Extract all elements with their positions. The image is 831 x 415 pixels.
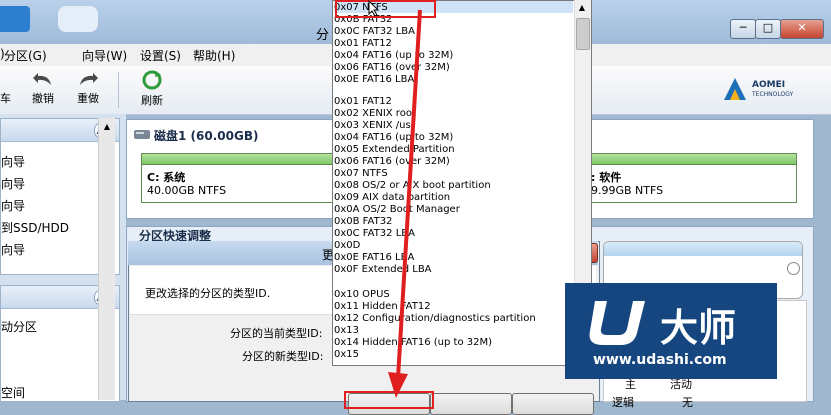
table-cell-type-2: 逻辑: [612, 396, 634, 409]
maximize-button[interactable]: □: [755, 19, 781, 39]
partition-usage-bar: [586, 154, 796, 165]
disk-icon: [134, 130, 150, 139]
undo-button[interactable]: 撤销: [21, 70, 65, 106]
new-type-id-label: 分区的新类型ID:: [242, 350, 324, 363]
help-button[interactable]: [512, 393, 594, 415]
menu-partition[interactable]: 分区(G): [4, 47, 47, 64]
brand-logo: AOMEI TECHNOLOGY: [722, 72, 822, 106]
brand-name: AOMEI: [752, 80, 786, 90]
mouse-cursor-icon: [368, 0, 380, 16]
watermark-url: www.udashi.com: [593, 352, 727, 368]
dropdown-scroll-up-icon[interactable]: ▲: [576, 2, 588, 14]
partition-size: 40.00GB NTFS: [147, 184, 227, 197]
apply-label: 车: [0, 92, 11, 105]
partition-size: 9.99GB NTFS: [591, 184, 664, 197]
scroll-up-arrow-icon[interactable]: ▲: [100, 120, 114, 134]
resize-handle[interactable]: [787, 262, 800, 275]
undo-icon: [33, 73, 51, 85]
left-panel-scrollbar[interactable]: [98, 118, 115, 400]
partition-name: : 软件: [591, 171, 622, 184]
redo-icon: [80, 73, 98, 85]
dropdown-scroll-thumb[interactable]: [576, 18, 590, 50]
wizard-item-1[interactable]: 向导: [1, 153, 25, 170]
undo-label: 撤销: [32, 92, 54, 105]
app-icon: [0, 6, 30, 32]
table-cell-status-2: 无: [682, 396, 693, 409]
partition-name: C: 系统: [147, 171, 186, 184]
minimize-button[interactable]: ─: [730, 19, 756, 39]
udashi-logo-icon: [589, 301, 645, 345]
menu-wizard[interactable]: 向导(W): [82, 47, 127, 64]
refresh-icon: [142, 70, 162, 90]
operation-item-1[interactable]: 动分区: [1, 318, 37, 335]
wizard-item-5[interactable]: 向导: [1, 241, 25, 258]
menu-help[interactable]: 帮助(H): [193, 47, 235, 64]
aomei-logo-icon: [724, 78, 746, 100]
wizard-item-migrate-ssd[interactable]: 到SSD/HDD: [1, 219, 69, 236]
current-type-id-label: 分区的当前类型ID:: [230, 327, 323, 340]
dropdown-option[interactable]: 0x13: [334, 325, 359, 337]
menu-partial-left: ): [0, 47, 5, 61]
annotation-arrow-icon: [388, 9, 422, 398]
watermark-text: 大师: [660, 306, 737, 350]
close-button[interactable]: ✕: [780, 19, 824, 39]
dialog-description: 更改选择的分区的类型ID.: [145, 287, 271, 300]
partition-software[interactable]: : 软件 9.99GB NTFS: [585, 153, 797, 203]
operation-item-2[interactable]: 空间: [1, 384, 25, 401]
dropdown-option[interactable]: 0x0D: [334, 240, 360, 252]
redo-label: 重做: [77, 92, 99, 105]
app-icon-secondary: [58, 6, 98, 32]
wizard-item-2[interactable]: 向导: [1, 175, 25, 192]
window-title: 分: [316, 28, 330, 43]
refresh-button[interactable]: 刷新: [130, 70, 174, 108]
cancel-button[interactable]: [430, 393, 512, 415]
refresh-label: 刷新: [141, 94, 163, 107]
menu-settings[interactable]: 设置(S): [140, 47, 181, 64]
wizard-item-3[interactable]: 向导: [1, 197, 25, 214]
brand-sub: TECHNOLOGY: [752, 91, 794, 98]
redo-button[interactable]: 重做: [66, 70, 110, 106]
toolbar-separator: [118, 72, 119, 108]
resize-strip-bar: [604, 242, 802, 256]
disk-title: 磁盘1 (60.00GB): [154, 129, 259, 143]
dropdown-option[interactable]: 0x15: [334, 349, 359, 361]
